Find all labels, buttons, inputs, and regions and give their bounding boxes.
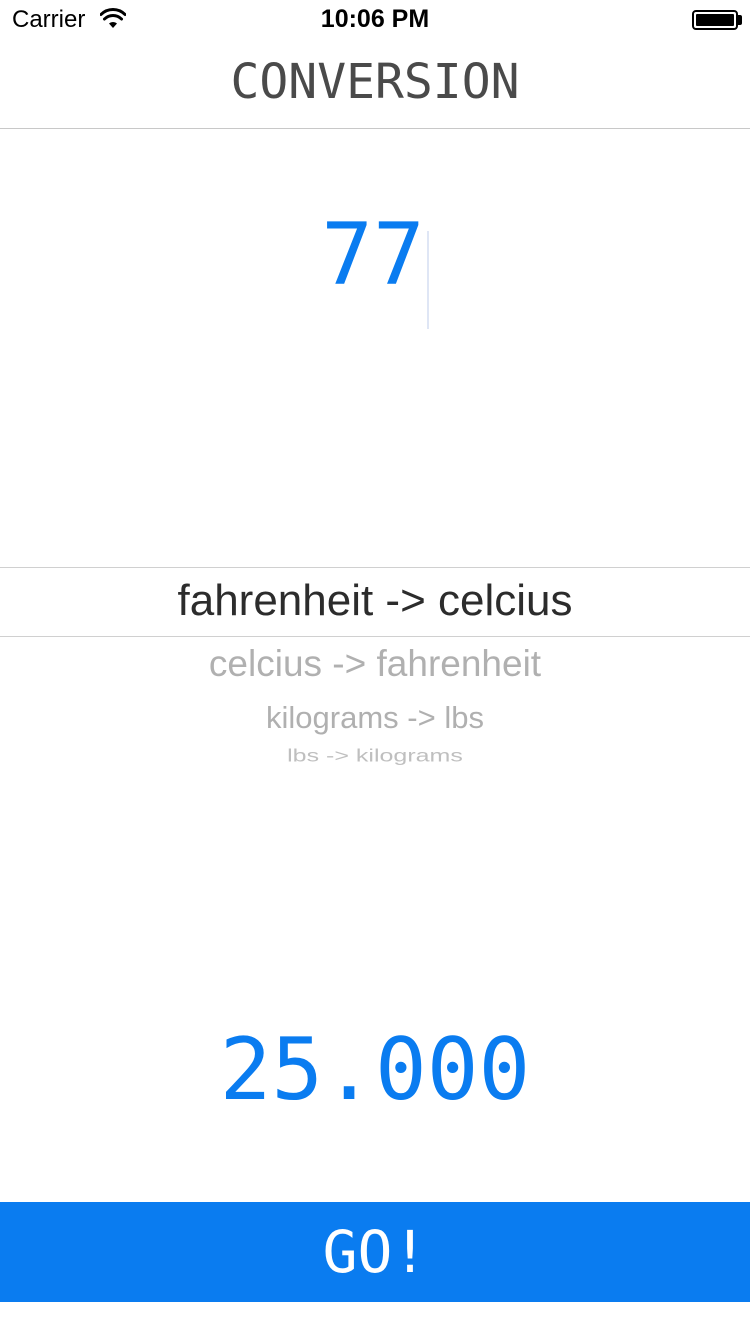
value-input-text[interactable]: 77 — [321, 200, 425, 310]
result-value: 25.000 — [219, 1020, 531, 1120]
text-caret — [426, 230, 429, 329]
battery-icon — [692, 10, 738, 30]
picker-item-selected[interactable]: fahrenheit -> celcius — [0, 576, 750, 626]
nav-divider — [0, 128, 750, 129]
picker-item[interactable]: celcius -> fahrenheit — [0, 643, 750, 685]
page-title: CONVERSION — [230, 54, 520, 110]
picker-item[interactable]: lbs -> kilograms — [0, 746, 750, 766]
clock-time: 10:06 PM — [320, 5, 430, 33]
battery-nub — [738, 15, 742, 25]
picker-selection-top-line — [0, 567, 750, 568]
go-button[interactable]: GO! — [0, 1202, 750, 1302]
value-input[interactable]: 77 — [0, 200, 750, 329]
picker-item[interactable]: kilograms -> lbs — [0, 700, 750, 736]
conversion-picker[interactable]: fahrenheit -> celcius celcius -> fahrenh… — [0, 540, 750, 780]
picker-selection-bottom-line — [0, 636, 750, 637]
status-bar: Carrier 10:06 PM — [0, 0, 750, 40]
